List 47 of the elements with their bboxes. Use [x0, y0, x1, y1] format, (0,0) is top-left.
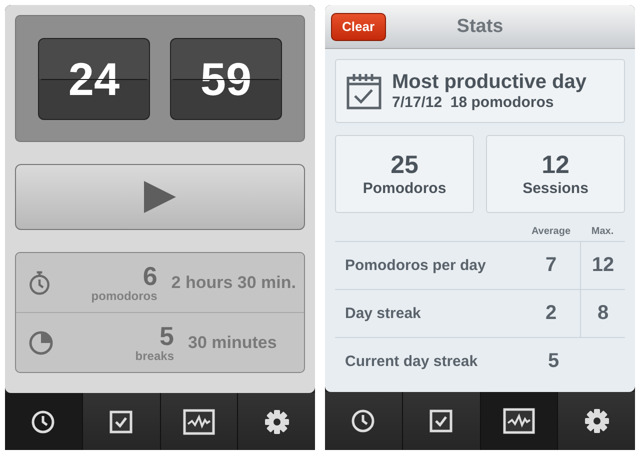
average-value: 7 [544, 253, 558, 278]
clock-icon [31, 410, 56, 434]
total-label: Sessions [522, 180, 588, 197]
duration: 2 hours 30 min. [171, 272, 296, 292]
tab[interactable] [5, 393, 83, 450]
pie-icon [28, 330, 54, 356]
max-value: 8 [580, 290, 625, 337]
tab[interactable] [82, 393, 160, 450]
clock-icon [351, 409, 376, 433]
clear-button[interactable]: Clear [331, 12, 386, 40]
count: 6 [142, 262, 158, 288]
stopwatch-icon [28, 268, 52, 296]
total-value: 12 [542, 151, 570, 180]
best-day-heading: Most productive day [392, 71, 586, 94]
column-header: Max. [590, 226, 615, 236]
row-label: Day streak [344, 305, 422, 322]
tab[interactable] [160, 393, 238, 450]
checkbox-icon [109, 410, 134, 434]
settings-icon [584, 408, 610, 434]
tab[interactable] [402, 392, 480, 450]
unit-label: pomodoros [91, 288, 158, 302]
average-value: 2 [544, 301, 558, 326]
unit-label: breaks [135, 348, 174, 362]
play-button[interactable] [15, 164, 305, 230]
row-value: 5 [546, 349, 560, 374]
settings-icon [264, 408, 290, 434]
minutes-display: 24 [38, 38, 150, 120]
count: 5 [160, 322, 174, 348]
duration: 30 minutes [188, 332, 277, 352]
seconds-display: 59 [170, 38, 282, 120]
row-label: Pomodoros per day [344, 257, 487, 274]
tab[interactable] [238, 393, 315, 450]
play-icon [142, 179, 178, 215]
tab[interactable] [558, 392, 635, 450]
tab[interactable] [480, 392, 558, 450]
chart-icon [182, 408, 215, 434]
best-day-detail: 7/17/12 18 pomodoros [392, 94, 555, 111]
column-header: Average [530, 226, 572, 236]
screen-title: Stats [456, 16, 504, 38]
checkbox-icon [429, 409, 454, 433]
total-value: 25 [390, 151, 418, 180]
max-value: 12 [580, 242, 625, 289]
tab[interactable] [325, 392, 403, 450]
calendar-check-icon [346, 72, 382, 110]
row-label: Current day streak [344, 353, 479, 370]
chart-icon [502, 408, 535, 434]
total-label: Pomodoros [362, 180, 446, 197]
